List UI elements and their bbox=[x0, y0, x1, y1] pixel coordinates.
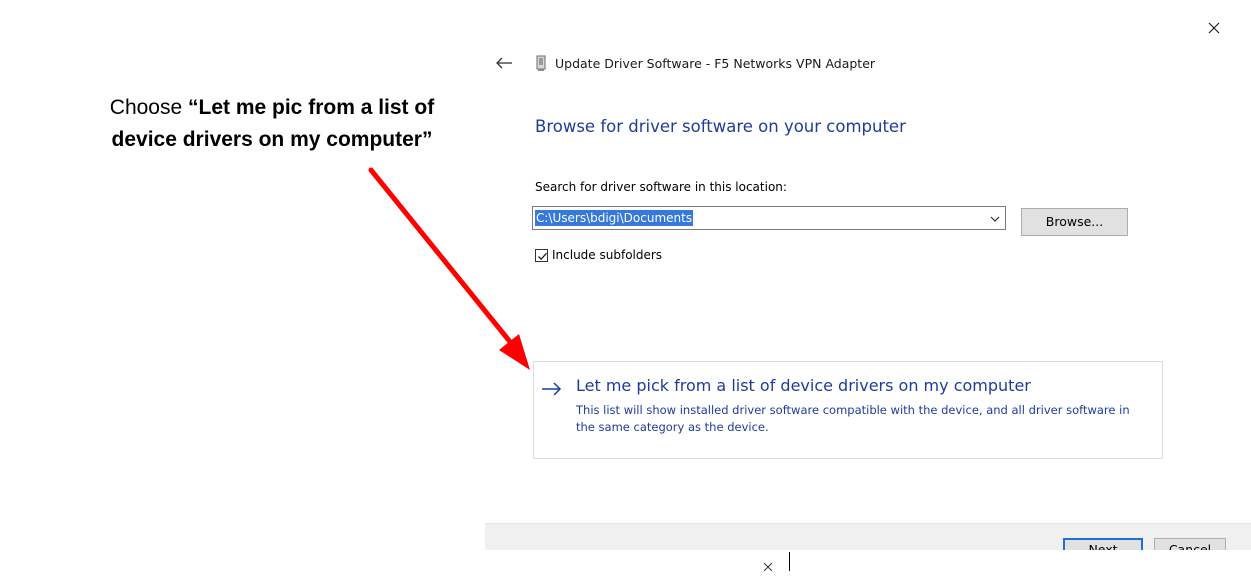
annotation-quote-part-2: device drivers on my computer” bbox=[111, 128, 433, 151]
close-icon[interactable] bbox=[1204, 18, 1224, 38]
let-me-pick-title: Let me pick from a list of device driver… bbox=[576, 376, 1031, 395]
device-icon bbox=[535, 55, 547, 71]
window-title: Update Driver Software - F5 Networks VPN… bbox=[555, 56, 876, 71]
text-caret bbox=[789, 552, 790, 571]
checkbox-box[interactable] bbox=[535, 249, 548, 262]
annotation-arrow bbox=[368, 167, 530, 370]
search-location-label: Search for driver software in this locat… bbox=[535, 180, 787, 194]
page-heading: Browse for driver software on your compu… bbox=[535, 117, 906, 136]
right-arrow-icon bbox=[541, 381, 563, 397]
browse-button[interactable]: Browse... bbox=[1021, 208, 1128, 236]
let-me-pick-description: This list will show installed driver sof… bbox=[576, 403, 1130, 434]
back-arrow-icon[interactable] bbox=[494, 53, 516, 73]
let-me-pick-option[interactable]: Let me pick from a list of device driver… bbox=[533, 361, 1163, 459]
annotation-quote-part-1: “Let me pic from a list of bbox=[188, 96, 435, 119]
search-location-combobox[interactable]: C:\Users\bdigi\Documents bbox=[532, 206, 1006, 230]
path-value: C:\Users\bdigi\Documents bbox=[535, 210, 694, 226]
bottom-strip bbox=[485, 550, 1251, 571]
close-icon[interactable] bbox=[762, 558, 774, 572]
annotation-line-1: Choose “Let me pic from a list of bbox=[62, 92, 482, 124]
annotation-choose-word: Choose bbox=[109, 96, 188, 119]
checkmark-icon bbox=[538, 252, 547, 261]
chevron-down-icon[interactable] bbox=[989, 212, 1001, 224]
include-subfolders-label: Include subfolders bbox=[552, 248, 663, 262]
annotation-text: Choose “Let me pic from a list of device… bbox=[62, 92, 482, 156]
